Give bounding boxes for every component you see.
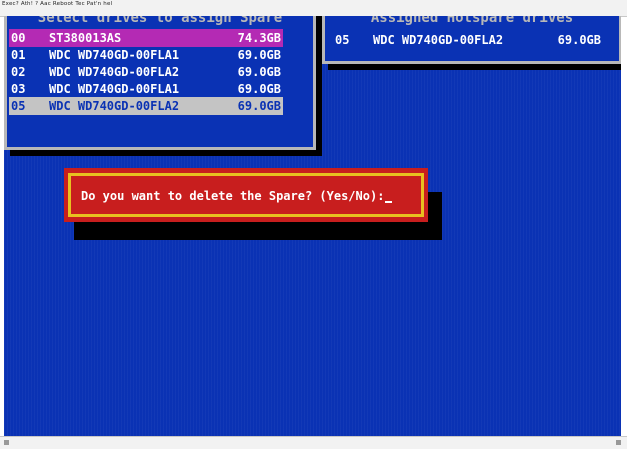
drive-model: WDC WD740GD-00FLA2 xyxy=(49,65,180,79)
drive-id: 05 xyxy=(335,33,350,47)
status-marker xyxy=(616,440,621,445)
dialog-border: Do you want to delete the Spare? (Yes/No… xyxy=(68,173,424,217)
menu-bar-text[interactable]: Exec? Ath! ? Aac Reboot Tec Pat'n hel xyxy=(2,1,112,7)
hotspare-title: Assigned Hotspare drives xyxy=(325,16,619,26)
drive-id: 01 xyxy=(11,48,26,62)
drive-size: 69.0GB xyxy=(237,99,281,113)
select-drives-title: Select drives to assign Spare xyxy=(7,16,313,26)
hotspare-panel: Assigned Hotspare drives 05 WDC WD740GD-… xyxy=(322,16,621,64)
drive-size: 69.0GB xyxy=(237,65,281,79)
drive-size: 69.0GB xyxy=(557,33,601,47)
bios-screen: Select drives to assign Spare 00 ST380013… xyxy=(4,16,621,436)
drive-size: 69.0GB xyxy=(237,82,281,96)
drive-model: ST380013AS xyxy=(49,31,122,45)
drive-row[interactable]: 02 WDC WD740GD-00FLA2 69.0GB xyxy=(9,63,283,81)
drive-row[interactable]: 03 WDC WD740GD-00FLA1 69.0GB xyxy=(9,80,283,98)
drive-row[interactable]: 01 WDC WD740GD-00FLA1 69.0GB xyxy=(9,46,283,64)
drive-id: 03 xyxy=(11,82,26,96)
menu-bar: Exec? Ath! ? Aac Reboot Tec Pat'n hel xyxy=(0,0,627,17)
hotspare-title-text: Assigned Hotspare drives xyxy=(366,16,578,26)
drive-size: 69.0GB xyxy=(237,48,281,62)
drive-model: WDC WD740GD-00FLA1 xyxy=(49,82,180,96)
drive-model: WDC WD740GD-00FLA2 xyxy=(373,33,504,47)
select-drives-panel: Select drives to assign Spare 00 ST380013… xyxy=(4,16,316,150)
drive-id: 00 xyxy=(11,31,26,45)
status-marker xyxy=(4,440,9,445)
drive-size: 74.3GB xyxy=(237,31,281,45)
drive-model: WDC WD740GD-00FLA1 xyxy=(49,48,180,62)
drive-row[interactable]: 05 WDC WD740GD-00FLA2 69.0GB xyxy=(9,97,283,115)
bottom-status-strip xyxy=(0,436,627,449)
select-drives-title-text: Select drives to assign Spare xyxy=(33,16,287,26)
hotspare-row[interactable]: 05 WDC WD740GD-00FLA2 69.0GB xyxy=(333,31,603,49)
delete-spare-dialog: Do you want to delete the Spare? (Yes/No… xyxy=(64,168,428,222)
drive-model: WDC WD740GD-00FLA2 xyxy=(49,99,180,113)
drive-id: 02 xyxy=(11,65,26,79)
drive-row[interactable]: 00 ST380013AS 74.3GB xyxy=(9,29,283,47)
text-cursor[interactable] xyxy=(385,201,392,203)
drive-id: 05 xyxy=(11,99,26,113)
dialog-prompt: Do you want to delete the Spare? (Yes/No… xyxy=(81,189,385,203)
